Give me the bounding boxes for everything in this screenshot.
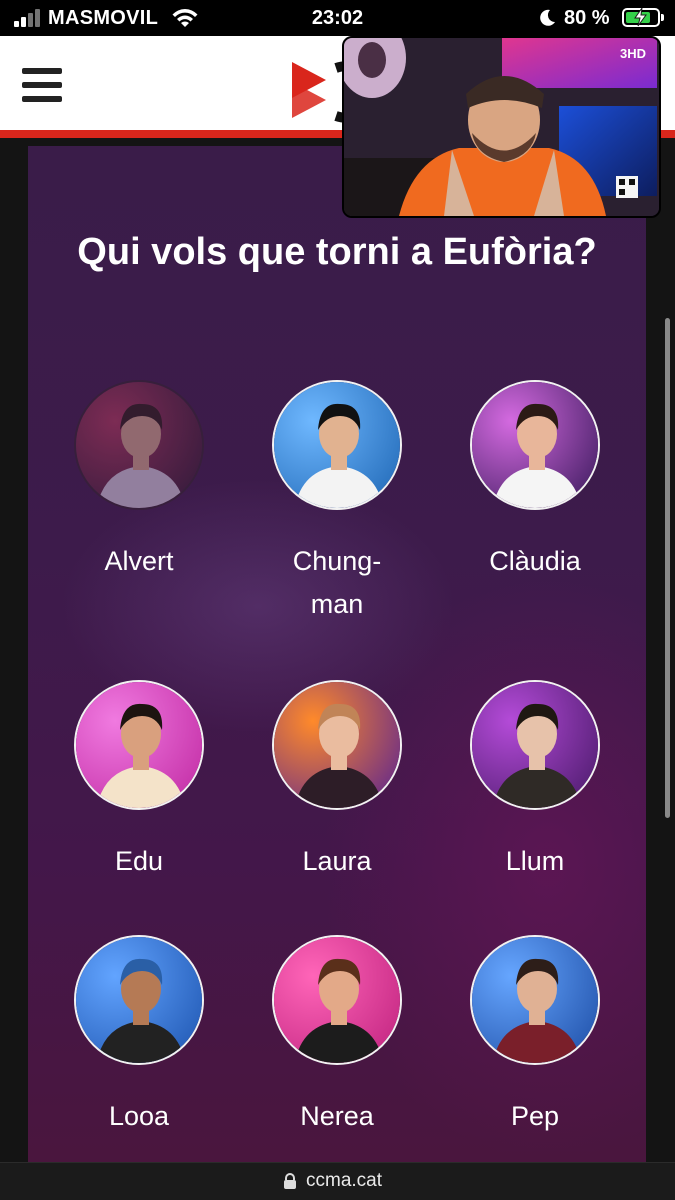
contestant-card[interactable]: Clàudia [445,380,625,583]
contestant-name[interactable]: Chung-​man [282,540,392,626]
contestant-card[interactable]: Alvert [49,380,229,583]
contestant-photo[interactable] [74,380,204,510]
contestant-name[interactable]: Laura [247,840,427,883]
contestant-card[interactable]: Looa [49,935,229,1138]
pip-video-frame: 3HD [344,38,659,216]
status-bar: MASMOVIL 23:02 80 % [0,0,675,36]
pip-video[interactable]: 3HD [342,36,661,218]
contestant-photo[interactable] [272,935,402,1065]
hamburger-menu-icon[interactable] [22,68,64,104]
moon-icon [540,9,555,26]
contestant-name[interactable]: Llum [445,840,625,883]
battery-cap [661,14,664,21]
contestant-card[interactable]: Nerea [247,935,427,1138]
contestant-photo[interactable] [74,680,204,810]
poll-title: Qui vols que torni a Eufòria? [77,231,597,273]
contestant-card[interactable]: Chung-​man [247,380,427,626]
contestant-photo[interactable] [470,935,600,1065]
contestant-name[interactable]: Nerea [247,1095,427,1138]
contestant-name[interactable]: Clàudia [445,540,625,583]
contestant-name[interactable]: Looa [49,1095,229,1138]
contestant-photo[interactable] [470,680,600,810]
battery-percent: 80 % [564,7,610,29]
contestant-card[interactable]: Llum [445,680,625,883]
scrollbar[interactable] [665,318,670,818]
contestant-card[interactable]: Pep [445,935,625,1138]
pip-channel-badge: 3HD [620,46,646,61]
contestant-photo[interactable] [470,380,600,510]
browser-url-bar[interactable]: ccma.cat [0,1162,675,1200]
phone-screen: MASMOVIL 23:02 80 % Qui vols que torni a… [0,0,675,1200]
contestant-name[interactable]: Pep [445,1095,625,1138]
contestant-photo[interactable] [272,380,402,510]
contestant-photo[interactable] [74,935,204,1065]
contestant-photo[interactable] [272,680,402,810]
url-text: ccma.cat [306,1170,383,1191]
contestant-name[interactable]: Alvert [49,540,229,583]
contestant-card[interactable]: Laura [247,680,427,883]
contestant-card[interactable]: Edu [49,680,229,883]
lock-icon [284,1173,296,1189]
charging-bolt-icon [634,7,647,27]
contestant-name[interactable]: Edu [49,840,229,883]
